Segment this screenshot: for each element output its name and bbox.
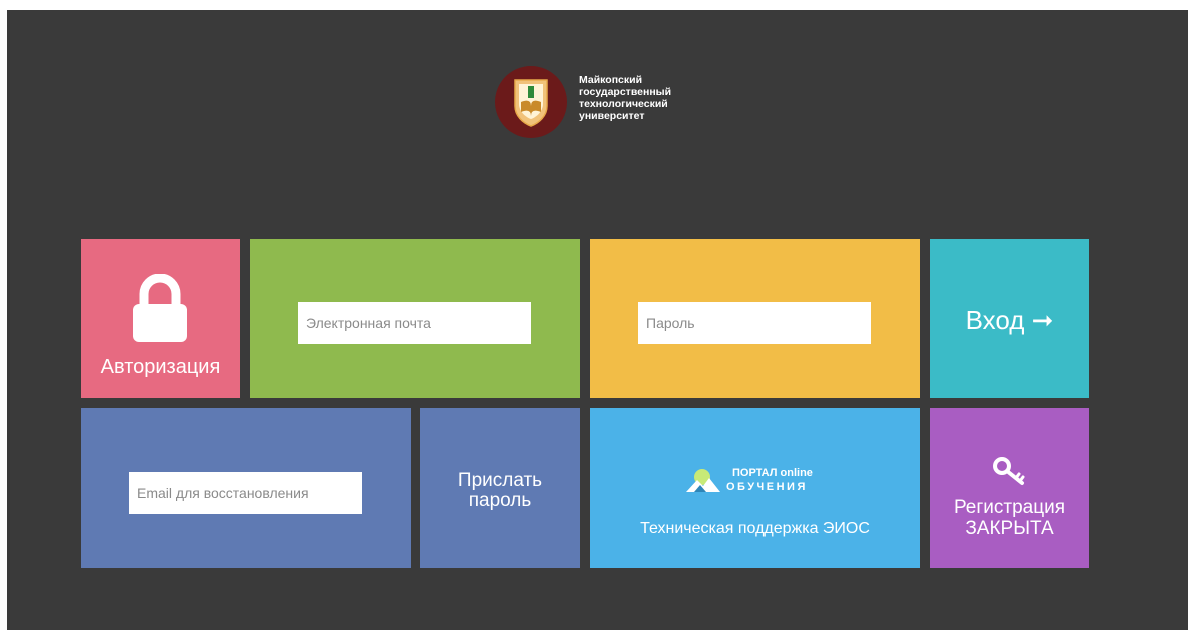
university-emblem-icon [495,66,567,138]
mountain-sun-icon [686,469,720,492]
login-button[interactable]: Вход ➞ [930,239,1089,398]
recovery-email-field[interactable] [129,472,362,514]
email-field[interactable] [298,302,531,344]
password-field[interactable] [638,302,871,344]
authorization-label: Авторизация [100,356,221,378]
university-name: Майкопский государственный технологическ… [579,74,672,122]
portal-title-line2: ОБУЧЕНИЯ [726,481,808,493]
send-password-label: Прислать пароль [457,470,543,511]
password-tile [590,239,920,398]
send-password-button[interactable]: Прислать пароль [420,408,580,568]
registration-label: Регистрация ЗАКРЫТА [953,497,1066,539]
key-icon [993,457,1025,485]
authorization-tile: Авторизация [81,239,240,398]
recovery-tile [81,408,411,568]
lock-icon [133,274,187,342]
page-background: Майкопский государственный технологическ… [7,10,1188,630]
support-tile[interactable]: ПОРТАЛ online ОБУЧЕНИЯ Техническая подде… [590,408,920,568]
portal-title-line1: ПОРТАЛ online [732,467,813,479]
support-label: Техническая поддержка ЭИОС [640,520,870,537]
registration-tile[interactable]: Регистрация ЗАКРЫТА [930,408,1089,568]
email-tile [250,239,580,398]
login-label: Вход ➞ [965,305,1054,335]
